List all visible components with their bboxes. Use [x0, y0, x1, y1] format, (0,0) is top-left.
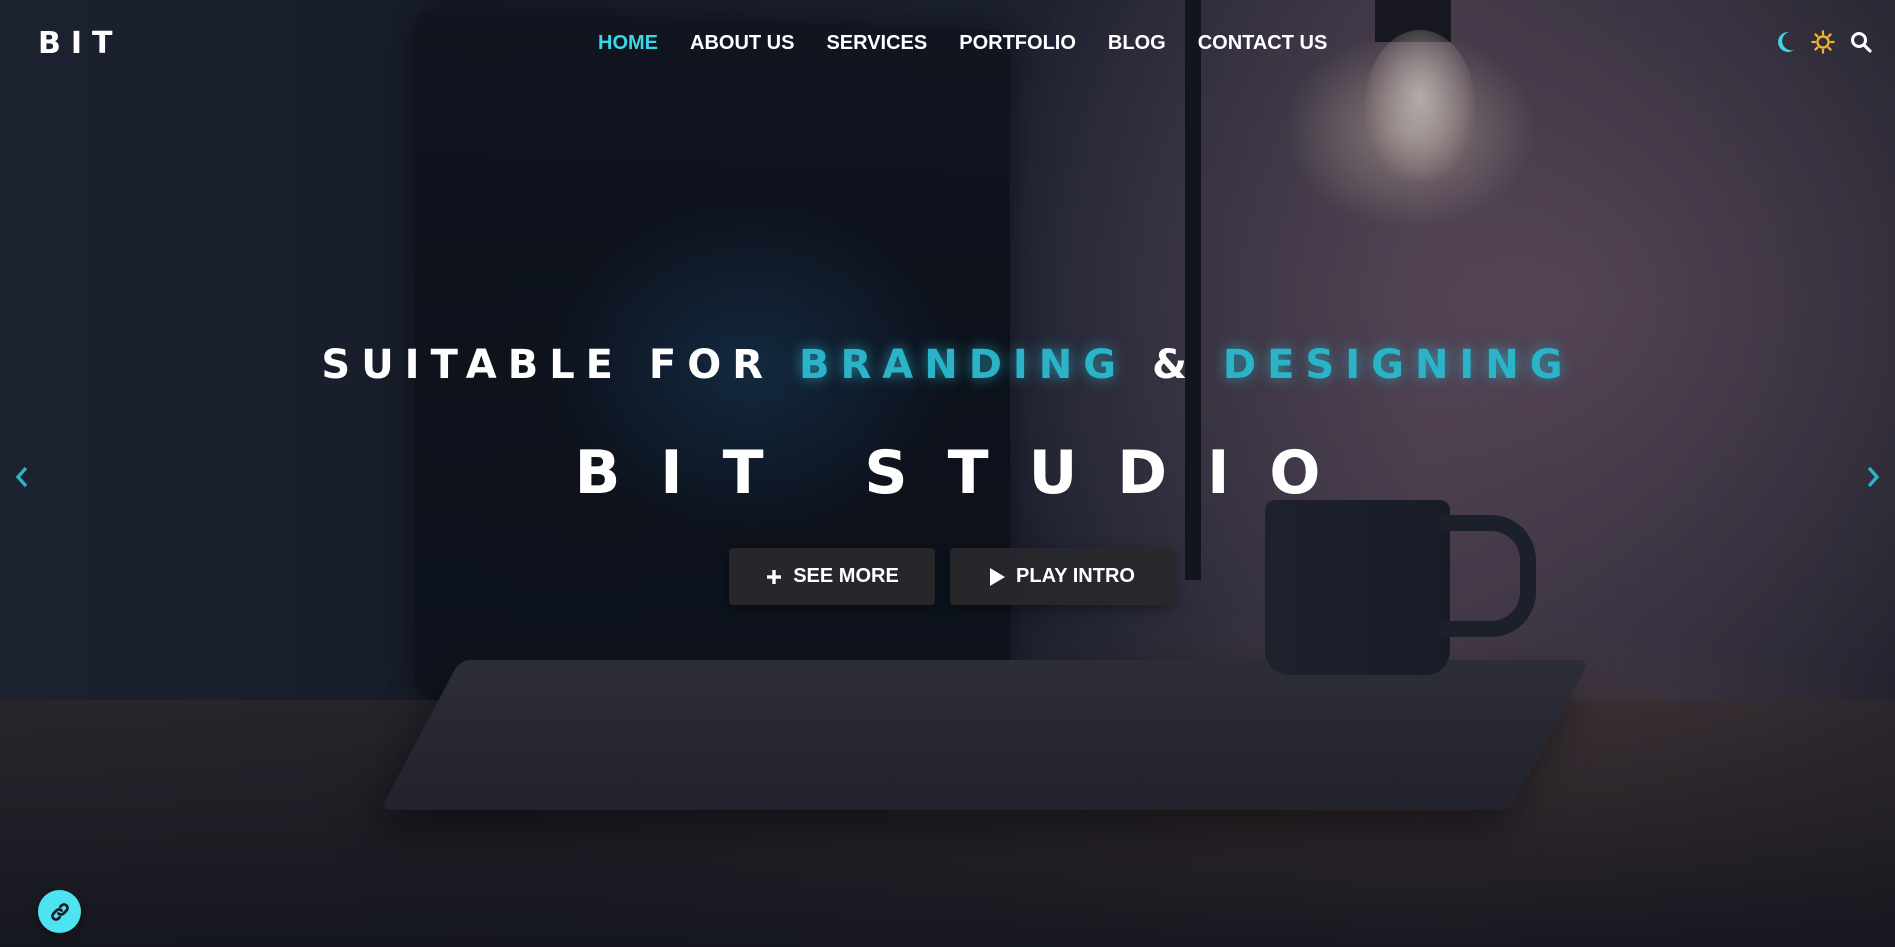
play-icon	[990, 567, 1006, 586]
nav-services[interactable]: SERVICES	[826, 32, 927, 55]
sun-icon	[1811, 30, 1835, 54]
tagline-prefix: SUITABLE FOR	[321, 342, 775, 388]
site-logo[interactable]: BIT	[38, 26, 123, 61]
chevron-right-icon	[1867, 466, 1880, 488]
chevron-left-icon	[15, 466, 28, 488]
main-nav: HOME ABOUT US SERVICES PORTFOLIO BLOG CO…	[598, 32, 1359, 55]
play-intro-label: PLAY INTRO	[1016, 565, 1135, 587]
hero-section: BIT HOME ABOUT US SERVICES PORTFOLIO BLO…	[0, 0, 1895, 947]
tagline-accent-designing: DESIGNING	[1222, 342, 1574, 388]
plus-icon	[767, 569, 782, 584]
nav-about-us[interactable]: ABOUT US	[690, 32, 794, 55]
dark-mode-toggle[interactable]	[1773, 28, 1797, 56]
nav-home[interactable]: HOME	[598, 32, 658, 55]
search-icon	[1851, 32, 1872, 53]
carousel-next-button[interactable]	[1861, 462, 1885, 492]
moon-icon	[1778, 31, 1794, 52]
nav-portfolio[interactable]: PORTFOLIO	[959, 32, 1076, 55]
link-icon	[50, 902, 69, 921]
hero-tagline: SUITABLE FOR BRANDING & DESIGNING	[0, 342, 1895, 388]
light-mode-toggle[interactable]	[1811, 28, 1835, 56]
carousel-prev-button[interactable]	[10, 462, 34, 492]
search-button[interactable]	[1849, 28, 1873, 56]
hero-title: BIT STUDIO	[574, 438, 1361, 508]
hero-buttons: SEE MORE PLAY INTRO	[729, 548, 1173, 605]
see-more-button[interactable]: SEE MORE	[729, 548, 935, 605]
tagline-ampersand: &	[1152, 342, 1198, 388]
see-more-label: SEE MORE	[793, 565, 899, 587]
nav-blog[interactable]: BLOG	[1108, 32, 1166, 55]
play-intro-button[interactable]: PLAY INTRO	[950, 548, 1173, 605]
nav-contact-us[interactable]: CONTACT US	[1198, 32, 1328, 55]
header-icons	[1773, 28, 1873, 56]
tagline-accent-branding: BRANDING	[799, 342, 1128, 388]
floating-link-button[interactable]	[38, 890, 81, 933]
